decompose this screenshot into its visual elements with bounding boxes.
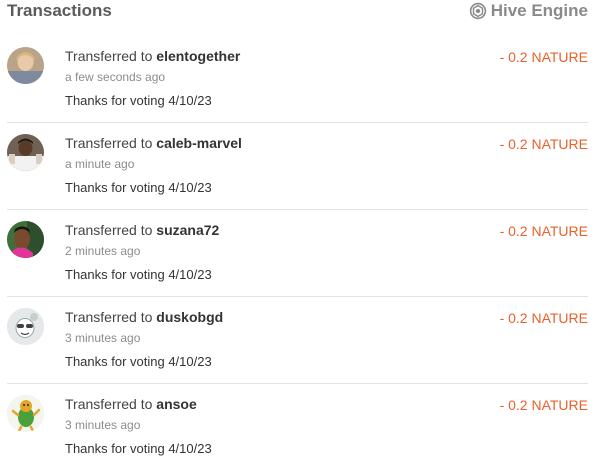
- transaction-row: Transferred to elentogether a few second…: [7, 36, 588, 123]
- user-avatar[interactable]: [7, 308, 44, 345]
- transaction-time: a few seconds ago: [65, 70, 166, 84]
- user-avatar[interactable]: [7, 395, 44, 432]
- recipient-username[interactable]: caleb-marvel: [156, 135, 242, 151]
- recipient-username[interactable]: ansoe: [156, 396, 196, 412]
- transaction-amount: - 0.2 NATURE: [499, 397, 588, 413]
- transaction-time: 2 minutes ago: [65, 244, 141, 258]
- user-avatar[interactable]: [7, 134, 44, 171]
- transfer-description: Transferred to elentogether: [65, 48, 240, 64]
- transactions-list: Transferred to elentogether a few second…: [0, 36, 605, 470]
- user-avatar[interactable]: [7, 47, 44, 84]
- recipient-username[interactable]: duskobgd: [156, 309, 223, 325]
- recipient-username[interactable]: suzana72: [156, 222, 219, 238]
- transfer-prefix: Transferred to: [65, 135, 153, 151]
- transaction-time: 3 minutes ago: [65, 418, 141, 432]
- transfer-description: Transferred to caleb-marvel: [65, 135, 242, 151]
- transaction-amount: - 0.2 NATURE: [499, 223, 588, 239]
- page-title: Transactions: [7, 1, 112, 20]
- transaction-amount: - 0.2 NATURE: [499, 310, 588, 326]
- transfer-description: Transferred to suzana72: [65, 222, 219, 238]
- transaction-time: a minute ago: [65, 157, 135, 171]
- transaction-memo: Thanks for voting 4/10/23: [65, 354, 212, 369]
- transaction-time: 3 minutes ago: [65, 331, 141, 345]
- transfer-prefix: Transferred to: [65, 222, 153, 238]
- transaction-amount: - 0.2 NATURE: [499, 136, 588, 152]
- transaction-memo: Thanks for voting 4/10/23: [65, 180, 212, 195]
- transfer-prefix: Transferred to: [65, 48, 153, 64]
- user-avatar[interactable]: [7, 221, 44, 258]
- hive-engine-label: Hive Engine: [490, 1, 588, 20]
- transfer-prefix: Transferred to: [65, 309, 153, 325]
- transaction-row: Transferred to caleb-marvel a minute ago…: [7, 123, 588, 210]
- transaction-row: Transferred to suzana72 2 minutes ago Th…: [7, 210, 588, 297]
- transfer-description: Transferred to ansoe: [65, 396, 197, 412]
- transaction-memo: Thanks for voting 4/10/23: [65, 93, 212, 108]
- transaction-memo: Thanks for voting 4/10/23: [65, 267, 212, 282]
- transaction-row: Transferred to ansoe 3 minutes ago Thank…: [7, 384, 588, 470]
- transaction-memo: Thanks for voting 4/10/23: [65, 441, 212, 456]
- recipient-username[interactable]: elentogether: [156, 48, 240, 64]
- transactions-header: Transactions Hive Engine: [0, 0, 605, 22]
- transfer-prefix: Transferred to: [65, 396, 153, 412]
- transaction-amount: - 0.2 NATURE: [499, 49, 588, 65]
- hive-engine-link[interactable]: Hive Engine: [469, 1, 588, 21]
- transfer-description: Transferred to duskobgd: [65, 309, 223, 325]
- hive-engine-logo-icon: [469, 2, 487, 20]
- transaction-row: Transferred to duskobgd 3 minutes ago Th…: [7, 297, 588, 384]
